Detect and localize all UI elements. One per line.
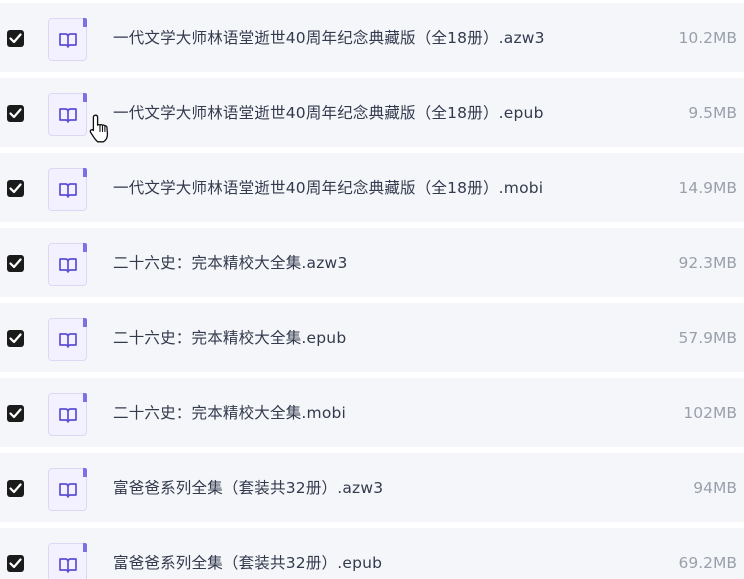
checkmark-icon [9, 108, 22, 119]
ebook-file-icon [48, 393, 87, 436]
ebook-file-icon [48, 93, 87, 136]
file-row[interactable]: 二十六史：完本精校大全集.epub 57.9MB [0, 303, 744, 372]
checkmark-icon [9, 33, 22, 44]
open-book-icon [59, 33, 77, 48]
file-size: 94MB [693, 479, 737, 497]
row-checkbox[interactable] [7, 555, 24, 572]
file-name[interactable]: 富爸爸系列全集（套装共32册）.azw3 [113, 477, 383, 499]
open-book-icon [59, 483, 77, 498]
file-name[interactable]: 一代文学大师林语堂逝世40周年纪念典藏版（全18册）.mobi [113, 177, 543, 199]
checkmark-icon [9, 258, 22, 269]
file-row[interactable]: 一代文学大师林语堂逝世40周年纪念典藏版（全18册）.epub 9.5MB [0, 78, 744, 147]
file-name[interactable]: 一代文学大师林语堂逝世40周年纪念典藏版（全18册）.epub [113, 102, 544, 124]
ebook-file-icon [48, 168, 87, 211]
file-name[interactable]: 二十六史：完本精校大全集.azw3 [113, 252, 348, 274]
file-size: 14.9MB [678, 179, 737, 197]
file-name[interactable]: 二十六史：完本精校大全集.epub [113, 327, 346, 349]
checkmark-icon [9, 408, 22, 419]
file-row[interactable]: 一代文学大师林语堂逝世40周年纪念典藏版（全18册）.mobi 14.9MB [0, 153, 744, 222]
checkmark-icon [9, 183, 22, 194]
checkmark-icon [9, 333, 22, 344]
open-book-icon [59, 108, 77, 123]
file-size: 9.5MB [688, 104, 737, 122]
ebook-file-icon [48, 468, 87, 511]
open-book-icon [59, 408, 77, 423]
open-book-icon [59, 258, 77, 273]
file-list: 一代文学大师林语堂逝世40周年纪念典藏版（全18册）.azw3 10.2MB 一… [0, 0, 744, 579]
ebook-file-icon [48, 543, 87, 579]
row-checkbox[interactable] [7, 30, 24, 47]
file-size: 10.2MB [678, 29, 737, 47]
ebook-file-icon [48, 318, 87, 361]
checkmark-icon [9, 483, 22, 494]
file-row[interactable]: 二十六史：完本精校大全集.mobi 102MB [0, 378, 744, 447]
checkmark-icon [9, 558, 22, 569]
row-checkbox[interactable] [7, 255, 24, 272]
row-checkbox[interactable] [7, 180, 24, 197]
file-row[interactable]: 一代文学大师林语堂逝世40周年纪念典藏版（全18册）.azw3 10.2MB [0, 3, 744, 72]
row-checkbox[interactable] [7, 480, 24, 497]
file-name[interactable]: 一代文学大师林语堂逝世40周年纪念典藏版（全18册）.azw3 [113, 27, 545, 49]
file-name[interactable]: 二十六史：完本精校大全集.mobi [113, 402, 346, 424]
open-book-icon [59, 558, 77, 573]
file-row[interactable]: 富爸爸系列全集（套装共32册）.epub 69.2MB [0, 528, 744, 579]
file-size: 69.2MB [678, 554, 737, 572]
open-book-icon [59, 333, 77, 348]
row-checkbox[interactable] [7, 405, 24, 422]
file-size: 92.3MB [678, 254, 737, 272]
ebook-file-icon [48, 18, 87, 61]
file-size: 102MB [683, 404, 737, 422]
row-checkbox[interactable] [7, 330, 24, 347]
file-name[interactable]: 富爸爸系列全集（套装共32册）.epub [113, 552, 382, 574]
open-book-icon [59, 183, 77, 198]
file-row[interactable]: 富爸爸系列全集（套装共32册）.azw3 94MB [0, 453, 744, 522]
file-size: 57.9MB [678, 329, 737, 347]
ebook-file-icon [48, 243, 87, 286]
file-row[interactable]: 二十六史：完本精校大全集.azw3 92.3MB [0, 228, 744, 297]
row-checkbox[interactable] [7, 105, 24, 122]
